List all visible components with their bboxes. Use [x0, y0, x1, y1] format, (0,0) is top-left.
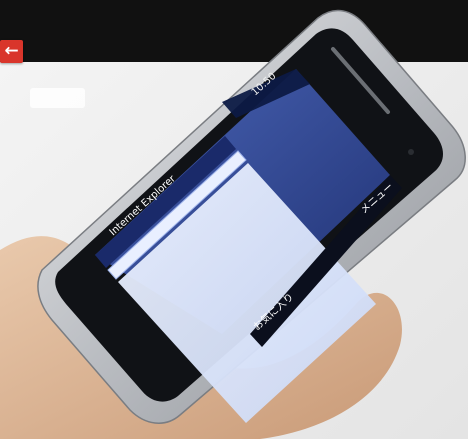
back-arrow-icon[interactable]: ← [0, 40, 23, 63]
phone-photo-scene: 10:50 Internet Explorer お気に入り メニュー [0, 0, 468, 439]
dark-backdrop [0, 0, 468, 62]
photo: 10:50 Internet Explorer お気に入り メニュー ← [0, 0, 468, 439]
front-camera [408, 149, 414, 155]
background-object [30, 88, 85, 108]
